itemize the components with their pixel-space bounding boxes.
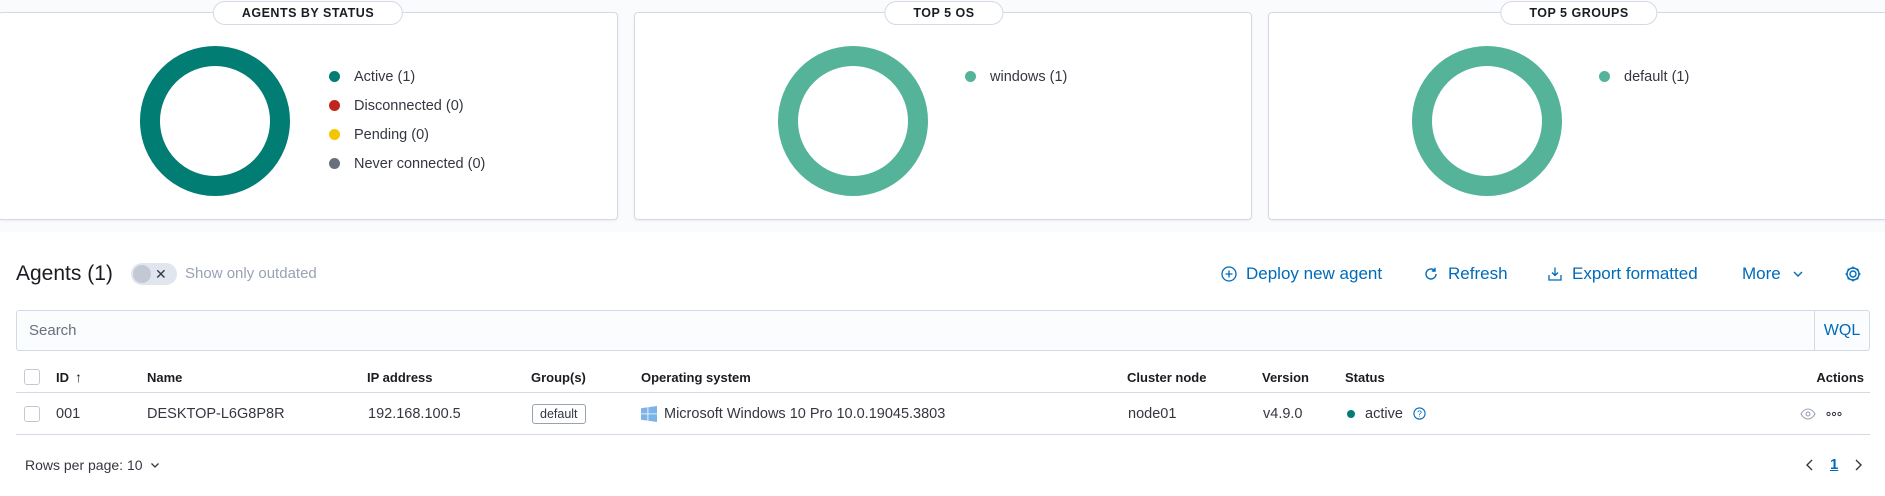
legend-item[interactable]: Active (1)	[329, 62, 485, 91]
legend-label: Pending (0)	[354, 126, 429, 143]
rows-per-page-select[interactable]: Rows per page: 10	[25, 457, 161, 473]
agents-title: Agents (1)	[16, 262, 113, 285]
export-label: Export formatted	[1572, 264, 1698, 283]
agents-by-status-panel: AGENTS BY STATUS Active (1) Disconnected…	[0, 1, 618, 220]
panel-title: TOP 5 GROUPS	[1500, 1, 1658, 25]
gear-icon[interactable]	[1843, 264, 1863, 284]
deploy-label: Deploy new agent	[1246, 264, 1383, 283]
plus-circle-icon	[1221, 266, 1237, 282]
cell-version: v4.9.0	[1263, 405, 1303, 422]
legend-dot	[329, 71, 340, 82]
column-header-id[interactable]: ID ↑	[56, 362, 82, 392]
chevron-left-icon[interactable]	[1804, 458, 1816, 472]
legend-item[interactable]: Disconnected (0)	[329, 91, 485, 120]
chevron-down-icon	[1790, 266, 1806, 282]
close-icon: ✕	[155, 266, 167, 282]
top-5-groups-panel: TOP 5 GROUPS default (1)	[1268, 1, 1885, 220]
status-legend: Active (1) Disconnected (0) Pending (0) …	[329, 62, 485, 178]
select-all-checkbox[interactable]	[24, 369, 40, 385]
rows-per-page-label: Rows per page: 10	[25, 457, 143, 473]
column-header-cluster[interactable]: Cluster node	[1127, 362, 1206, 392]
donut-segment-default[interactable]	[1412, 46, 1562, 196]
column-header-groups[interactable]: Group(s)	[531, 362, 586, 392]
column-header-ip[interactable]: IP address	[367, 362, 433, 392]
cell-cluster: node01	[1128, 405, 1177, 422]
panel-title: TOP 5 OS	[884, 1, 1004, 25]
search-input[interactable]	[17, 311, 1817, 350]
toggle-knob	[133, 265, 151, 283]
wql-button[interactable]: WQL	[1814, 311, 1869, 350]
status-dot-icon	[1347, 409, 1355, 418]
chevron-right-icon[interactable]	[1852, 458, 1864, 472]
top-5-os-panel: TOP 5 OS windows (1)	[634, 1, 1252, 220]
visualizations-row: AGENTS BY STATUS Active (1) Disconnected…	[0, 0, 1885, 232]
cell-name: DESKTOP-L6G8P8R	[147, 405, 285, 422]
windows-icon	[641, 405, 657, 422]
cell-os: Microsoft Windows 10 Pro 10.0.19045.3803	[641, 393, 945, 434]
os-label: Microsoft Windows 10 Pro 10.0.19045.3803	[664, 405, 946, 422]
legend-item[interactable]: Pending (0)	[329, 120, 485, 149]
cell-status: active ?	[1347, 393, 1426, 434]
legend-item[interactable]: default (1)	[1599, 62, 1689, 91]
legend-dot	[329, 158, 340, 169]
more-options-icon[interactable]	[1826, 411, 1842, 417]
column-label: ID	[56, 369, 69, 385]
row-select-cell	[24, 393, 40, 434]
more-label: More	[1742, 264, 1781, 283]
agents-table: ID ↑ Name IP address Group(s) Operating …	[16, 362, 1870, 435]
status-label: active	[1365, 405, 1403, 422]
donut-segment-windows[interactable]	[778, 46, 928, 196]
refresh-label: Refresh	[1448, 264, 1508, 283]
chevron-down-icon	[150, 463, 159, 468]
table-header-row: ID ↑ Name IP address Group(s) Operating …	[16, 362, 1870, 393]
os-donut-chart[interactable]	[777, 45, 929, 197]
legend-label: Disconnected (0)	[354, 97, 464, 114]
cell-actions	[1800, 393, 1842, 434]
donut-segment-active[interactable]	[140, 46, 290, 196]
os-legend: windows (1)	[965, 62, 1067, 91]
column-header-os[interactable]: Operating system	[641, 362, 751, 392]
legend-label: Active (1)	[354, 68, 416, 85]
legend-dot	[965, 71, 976, 82]
deploy-new-agent-button[interactable]: Deploy new agent	[1221, 264, 1382, 284]
column-header-version[interactable]: Version	[1262, 362, 1309, 392]
column-header-name[interactable]: Name	[147, 362, 182, 392]
page-number[interactable]: 1	[1830, 456, 1838, 473]
legend-label: default (1)	[1624, 68, 1690, 85]
outdated-toggle[interactable]: ✕	[131, 263, 177, 285]
legend-dot	[1599, 71, 1610, 82]
cell-groups: default	[532, 393, 586, 434]
groups-donut-chart[interactable]	[1411, 45, 1563, 197]
legend-dot	[329, 100, 340, 111]
outdated-toggle-label[interactable]: Show only outdated	[185, 265, 317, 282]
status-donut-chart[interactable]	[139, 45, 291, 197]
more-button[interactable]: More	[1742, 264, 1815, 284]
row-checkbox[interactable]	[24, 405, 40, 422]
svg-text:?: ?	[1417, 408, 1422, 418]
cell-id: 001	[56, 405, 81, 422]
column-header-actions: Actions	[1816, 369, 1864, 385]
select-all-cell	[24, 362, 40, 392]
legend-item[interactable]: Never connected (0)	[329, 149, 485, 178]
column-header-status[interactable]: Status	[1345, 362, 1385, 392]
export-icon	[1547, 266, 1563, 282]
search-bar: WQL	[16, 310, 1870, 351]
refresh-icon	[1423, 266, 1439, 282]
legend-dot	[329, 129, 340, 140]
panel-title: AGENTS BY STATUS	[212, 1, 404, 25]
table-row[interactable]: 001 DESKTOP-L6G8P8R 192.168.100.5 defaul…	[16, 393, 1870, 435]
legend-label: windows (1)	[990, 68, 1068, 85]
pagination: 1	[1804, 456, 1864, 473]
eye-icon[interactable]	[1800, 407, 1816, 420]
groups-legend: default (1)	[1599, 62, 1689, 91]
sort-ascending-icon: ↑	[75, 369, 82, 385]
legend-label: Never connected (0)	[354, 155, 486, 172]
legend-item[interactable]: windows (1)	[965, 62, 1067, 91]
group-badge[interactable]: default	[532, 403, 586, 424]
export-formatted-button[interactable]: Export formatted	[1547, 264, 1698, 284]
refresh-button[interactable]: Refresh	[1423, 264, 1508, 284]
help-icon[interactable]: ?	[1413, 407, 1426, 420]
cell-ip: 192.168.100.5	[368, 405, 461, 422]
